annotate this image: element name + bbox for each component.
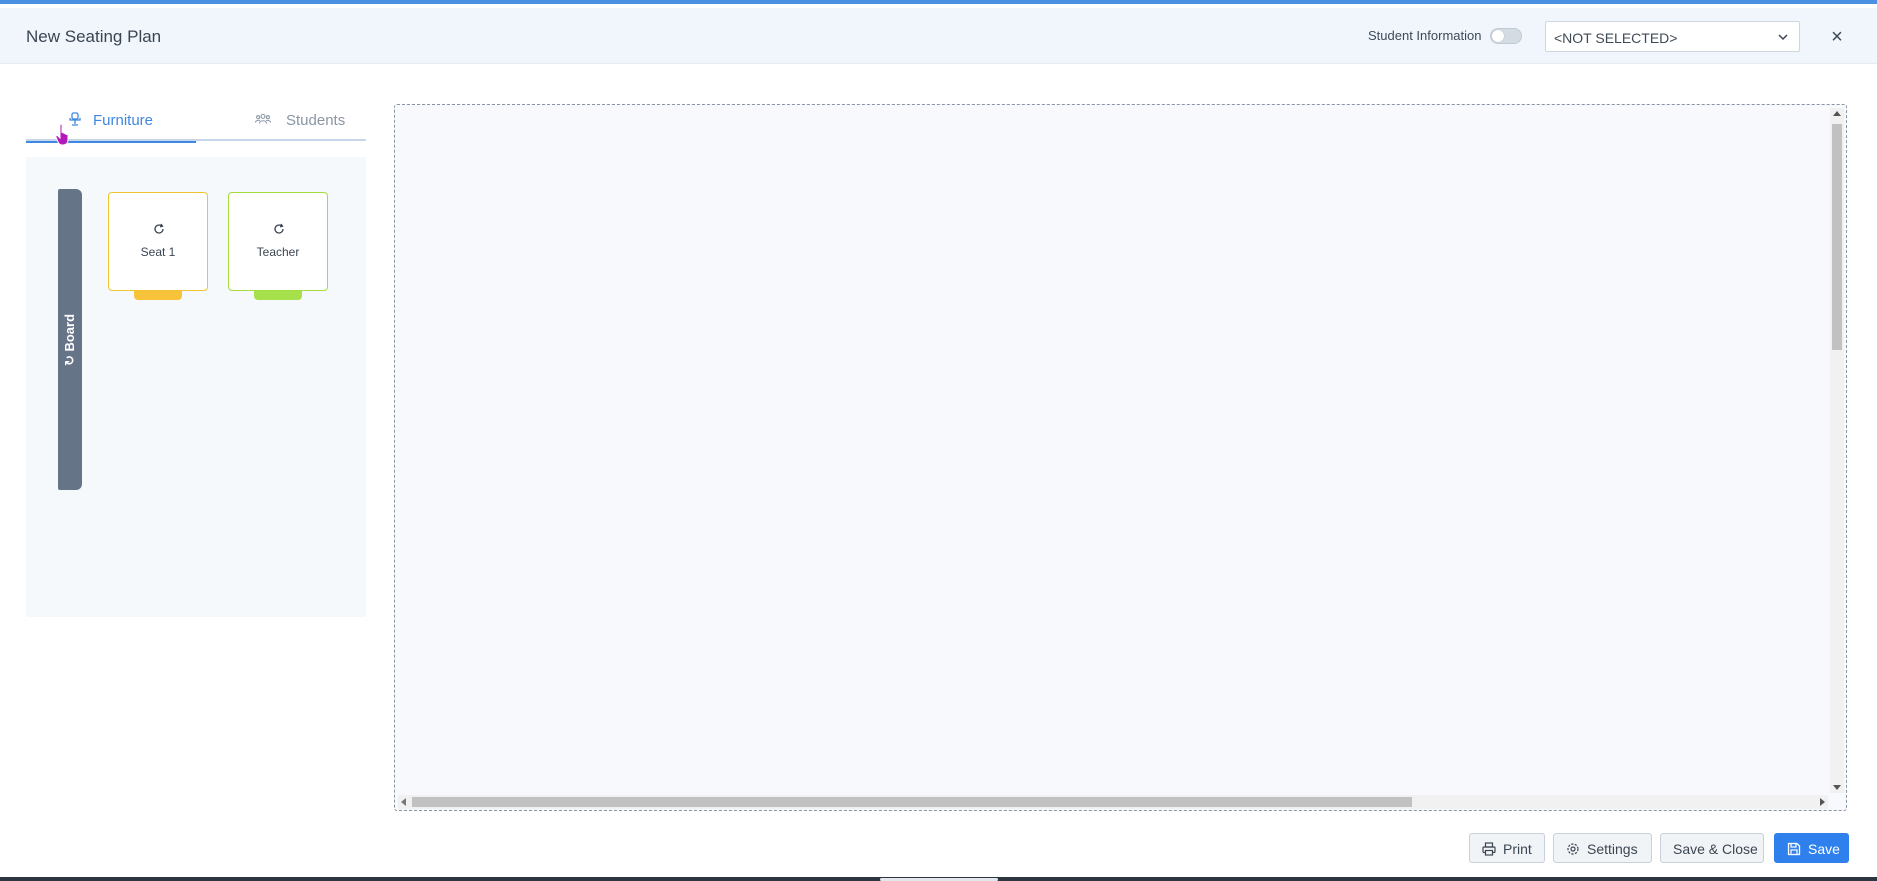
board-item[interactable]: ↻ Board [58, 189, 82, 490]
save-label: Save [1808, 841, 1840, 857]
horizontal-scroll-thumb[interactable] [412, 797, 1412, 807]
hand-cursor-icon [55, 123, 69, 146]
board-label: ↻ Board [62, 313, 77, 366]
tab-furniture[interactable]: Furniture [26, 104, 196, 143]
select-value: <NOT SELECTED> [1554, 30, 1678, 46]
seat-label: Seat 1 [140, 245, 176, 259]
tab-furniture-label: Furniture [93, 112, 154, 129]
seating-plan-modal: New Seating Plan Student Information <NO… [0, 0, 1877, 881]
board-label-text: Board [62, 313, 77, 352]
scroll-right-arrow[interactable] [1820, 798, 1825, 806]
scroll-up-arrow[interactable] [1833, 111, 1841, 116]
print-label: Print [1503, 841, 1532, 857]
seat-marker [134, 291, 182, 300]
teacher-seat-item[interactable]: Teacher [228, 192, 328, 291]
tab-students-label: Students [286, 112, 346, 129]
close-button[interactable]: × [1828, 27, 1846, 47]
horizontal-scrollbar[interactable] [398, 795, 1828, 809]
palette-tabs: Furniture Students [26, 104, 366, 143]
student-information-toggle[interactable] [1490, 28, 1522, 44]
rotate-icon[interactable] [273, 223, 285, 235]
save-button[interactable]: Save [1774, 833, 1849, 863]
seat-item[interactable]: Seat 1 [108, 192, 208, 291]
vertical-scrollbar[interactable] [1830, 108, 1844, 793]
student-information-label: Student Information [1368, 28, 1482, 43]
class-select[interactable]: <NOT SELECTED> [1545, 21, 1800, 52]
teacher-seat-marker [254, 291, 302, 300]
save-close-label: Save & Close [1673, 841, 1758, 857]
page-title: New Seating Plan [26, 27, 162, 46]
vertical-scroll-thumb[interactable] [1832, 124, 1842, 350]
floppy-disk-icon [1787, 842, 1801, 856]
seating-canvas[interactable] [394, 104, 1847, 811]
rotate-icon[interactable] [153, 223, 165, 235]
printer-icon [1482, 842, 1496, 856]
toggle-knob [1492, 30, 1504, 42]
tab-students[interactable]: Students [196, 104, 366, 141]
chevron-down-icon [1778, 34, 1788, 41]
settings-label: Settings [1587, 841, 1638, 857]
modal-header: New Seating Plan Student Information <NO… [0, 8, 1877, 64]
users-icon [255, 113, 271, 124]
settings-button[interactable]: Settings [1553, 833, 1652, 863]
scroll-down-arrow[interactable] [1833, 785, 1841, 790]
print-button[interactable]: Print [1469, 833, 1545, 863]
gear-icon [1567, 843, 1579, 855]
board-label-wrap: ↻ Board [58, 189, 82, 490]
scroll-left-arrow[interactable] [401, 798, 406, 806]
save-close-button[interactable]: Save & Close [1660, 833, 1764, 863]
teacher-seat-label: Teacher [256, 245, 300, 259]
